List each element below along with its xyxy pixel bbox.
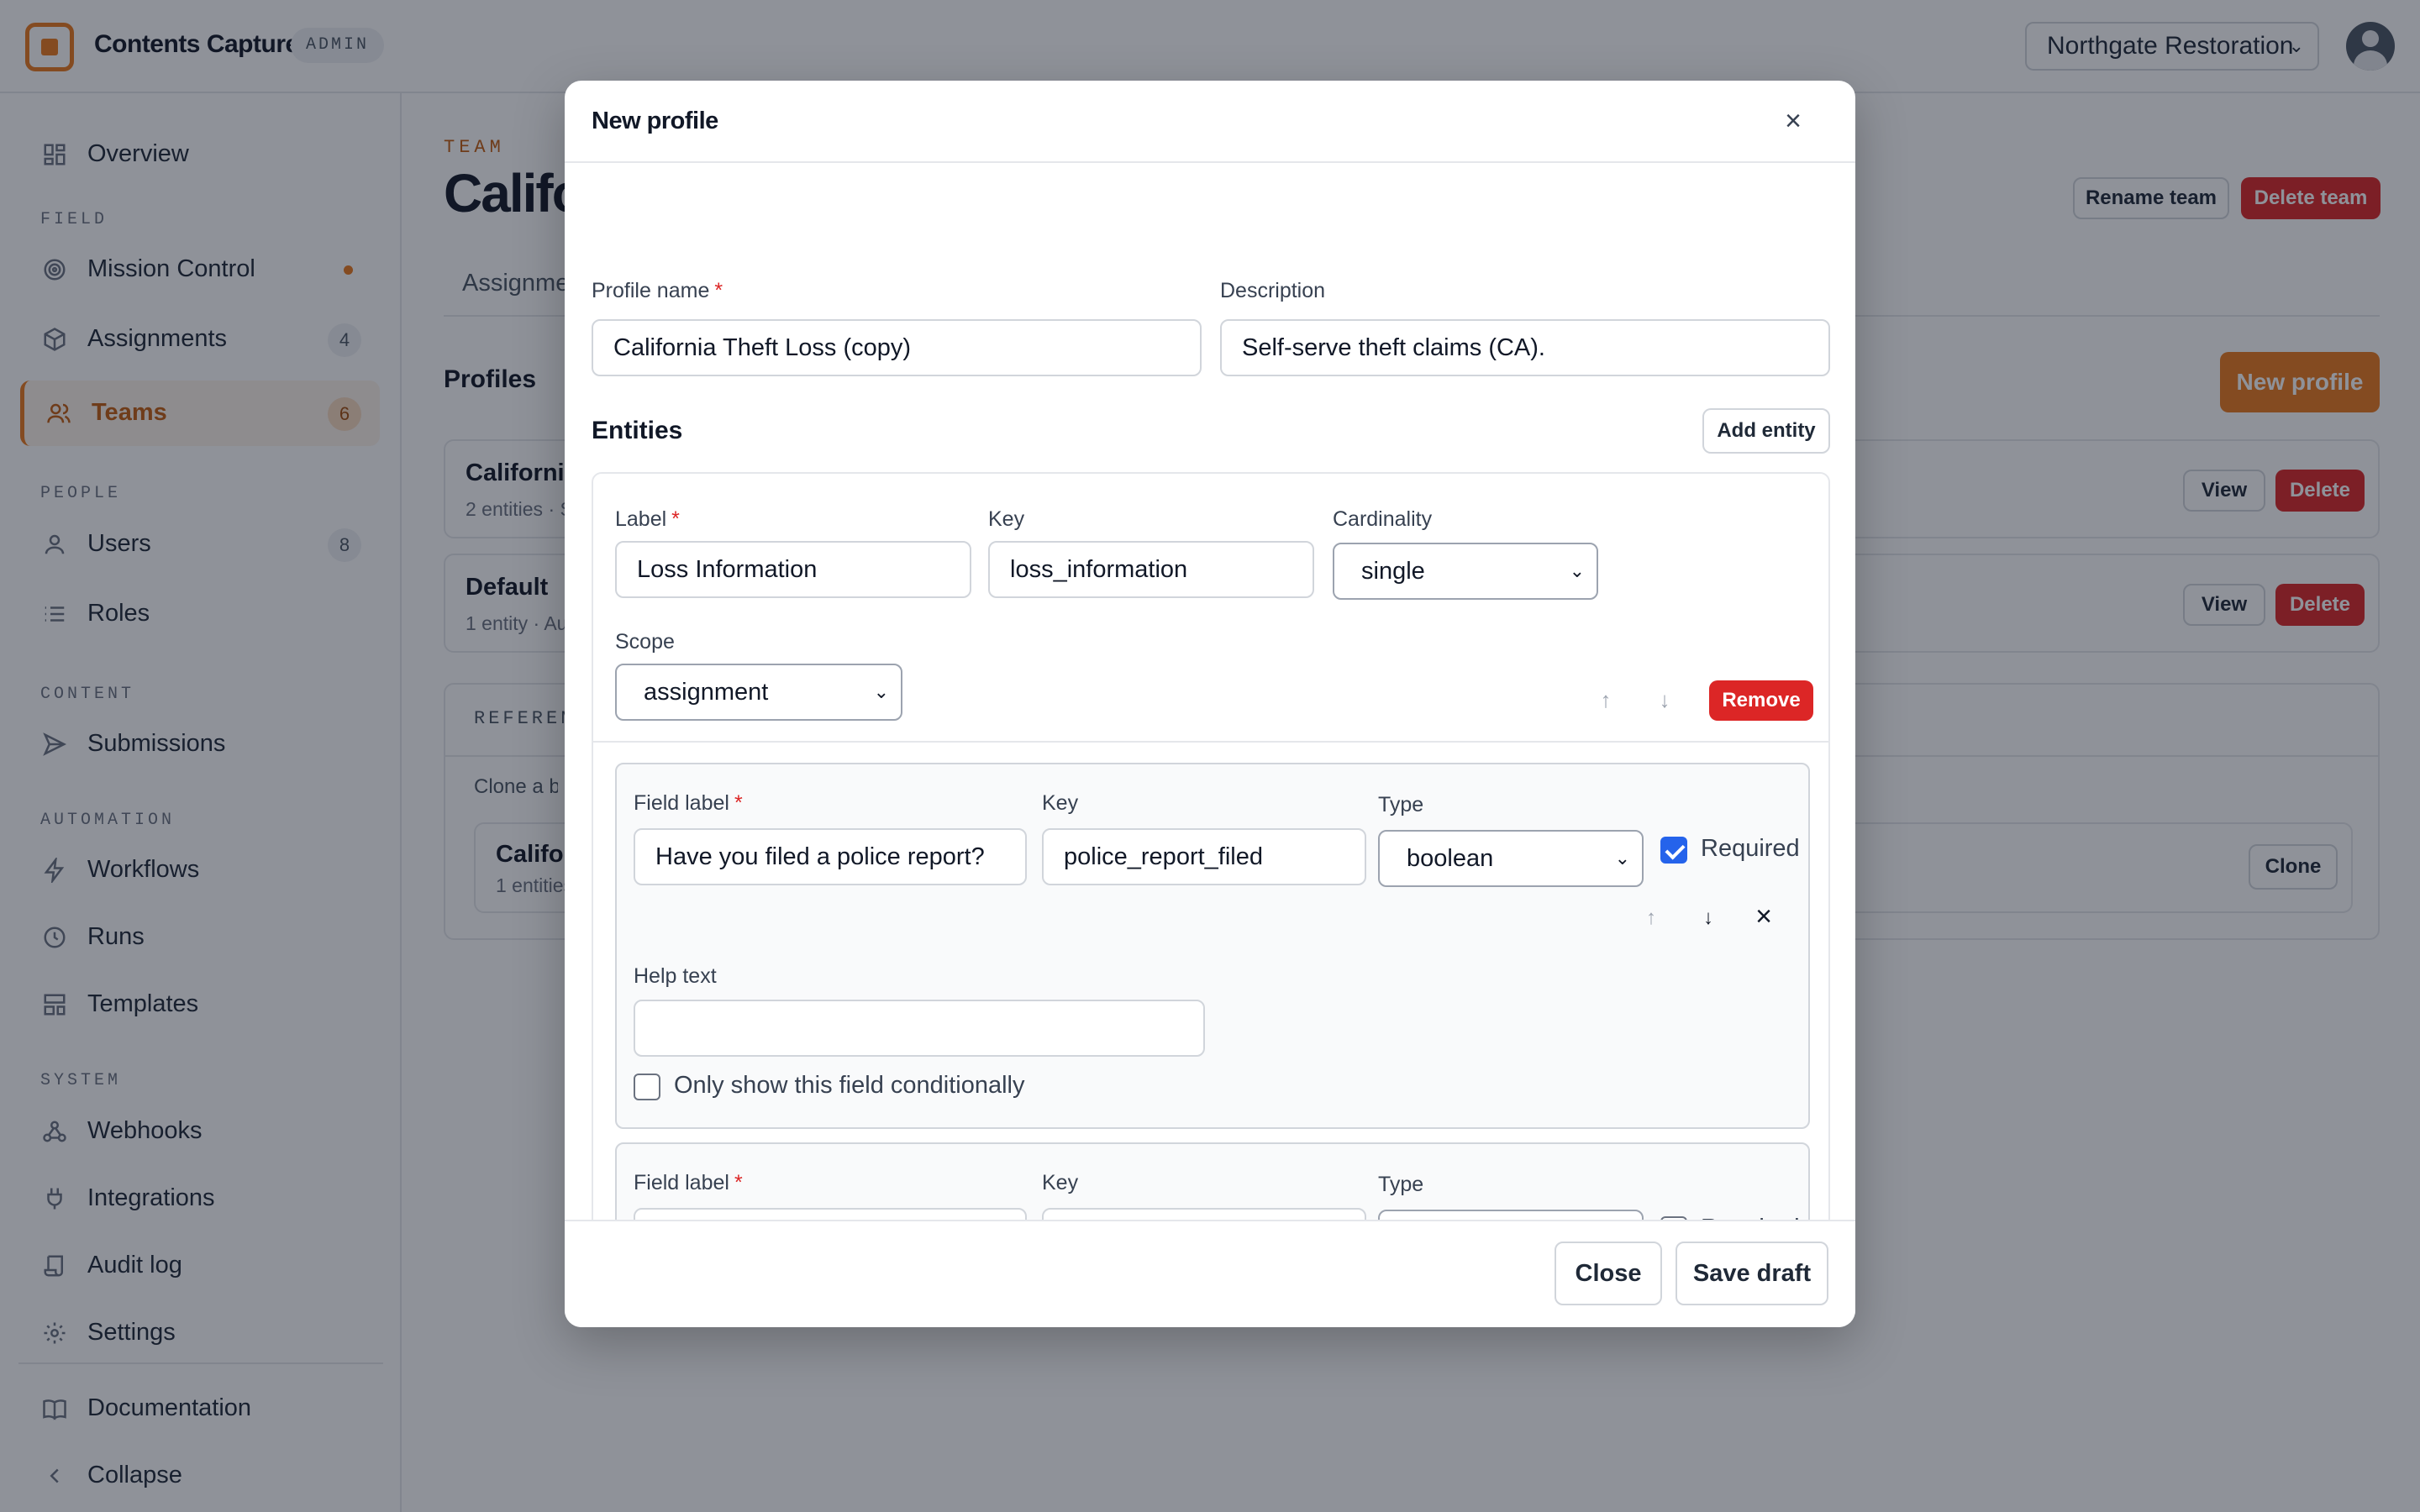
entity-label-label-text: Label: [615, 507, 667, 531]
move-down-icon[interactable]: ↓: [1694, 904, 1723, 932]
profile-name-input[interactable]: California Theft Loss (copy): [592, 319, 1202, 376]
field-key-label: Key: [1042, 791, 1079, 815]
entity-divider: [593, 741, 1828, 743]
field-label-label: Field label *: [634, 791, 743, 816]
required-checkbox[interactable]: [1660, 837, 1687, 864]
field-label-label-text: Field label: [634, 1171, 729, 1194]
field-key-input[interactable]: police_report_filed: [1042, 828, 1366, 885]
dialog-body: Profile name * California Theft Loss (cop…: [565, 163, 1855, 1304]
required-asterisk: *: [714, 279, 723, 302]
new-profile-dialog: New profile × Profile name * California T…: [565, 81, 1855, 1327]
description-input[interactable]: Self-serve theft claims (CA).: [1220, 319, 1830, 376]
entity-card: Label * Loss Information Key loss_informa…: [592, 472, 1830, 1304]
cardinality-label: Cardinality: [1333, 507, 1433, 531]
entities-heading: Entities: [592, 417, 683, 444]
profile-name-label: Profile name *: [592, 279, 723, 303]
close-icon[interactable]: ×: [1778, 106, 1808, 136]
arrow-up-icon[interactable]: ↑: [1591, 685, 1620, 714]
add-entity-button[interactable]: Add entity: [1702, 408, 1830, 454]
remove-entity-button[interactable]: Remove: [1709, 680, 1813, 721]
chevron-down-icon: ⌄: [873, 681, 889, 702]
cardinality-select[interactable]: single ⌄: [1333, 543, 1598, 600]
help-text-label: Help text: [634, 964, 717, 988]
chevron-down-icon: ⌄: [1569, 560, 1585, 581]
field-type-select-value: boolean: [1407, 845, 1494, 872]
required-asterisk: *: [734, 1171, 743, 1194]
conditional-checkbox-label: Only show this field conditionally: [674, 1072, 1025, 1099]
required-asterisk: *: [671, 507, 680, 531]
conditional-checkbox[interactable]: [634, 1074, 660, 1100]
field-label-label: Field label *: [634, 1171, 743, 1195]
entity-label-input[interactable]: Loss Information: [615, 541, 971, 598]
field-label-label-text: Field label: [634, 791, 729, 815]
field-key-label: Key: [1042, 1171, 1079, 1194]
profile-name-label-text: Profile name: [592, 279, 710, 302]
scope-select-value: assignment: [644, 679, 769, 706]
close-button[interactable]: Close: [1555, 1242, 1662, 1305]
entity-key-label: Key: [988, 507, 1025, 531]
dialog-footer: Close Save draft: [565, 1220, 1855, 1327]
dialog-title: New profile: [592, 108, 718, 134]
field-type-label: Type: [1378, 793, 1424, 816]
scope-label: Scope: [615, 630, 675, 654]
field-card: Field label * Have you filed a police rep…: [615, 763, 1810, 1129]
description-label: Description: [1220, 279, 1326, 302]
required-checkbox-label: Required: [1701, 835, 1800, 862]
field-type-select[interactable]: boolean ⌄: [1378, 830, 1644, 887]
required-asterisk: *: [734, 791, 743, 815]
entity-label-label: Label *: [615, 507, 680, 532]
help-text-input[interactable]: [634, 1000, 1205, 1057]
scope-select[interactable]: assignment ⌄: [615, 664, 902, 721]
dialog-header: New profile ×: [565, 81, 1855, 163]
entity-key-input[interactable]: loss_information: [988, 541, 1314, 598]
cardinality-select-value: single: [1361, 558, 1425, 585]
chevron-down-icon: ⌄: [1614, 848, 1630, 869]
move-up-icon[interactable]: ↑: [1637, 904, 1665, 932]
field-label-input[interactable]: Have you filed a police report?: [634, 828, 1027, 885]
arrow-down-icon[interactable]: ↓: [1650, 685, 1679, 714]
field-type-label: Type: [1378, 1173, 1424, 1196]
save-draft-button[interactable]: Save draft: [1676, 1242, 1828, 1305]
delete-field-icon[interactable]: ×: [1749, 902, 1778, 931]
